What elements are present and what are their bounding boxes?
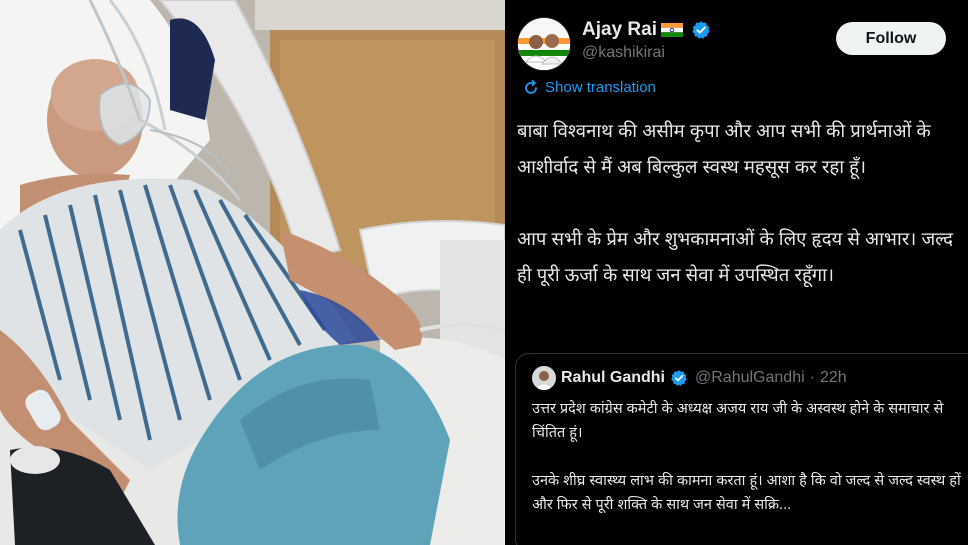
author-handle[interactable]: @kashikirai [582,44,665,62]
verified-badge-icon [671,370,687,387]
verified-badge-icon [692,21,710,39]
quoted-paragraph: उत्तर प्रदेश कांग्रेस कमेटी के अध्यक्ष अ… [532,401,944,441]
screenshot-root: Ajay Rai @kashikirai Follow Show transla… [0,0,968,545]
india-flag-icon [660,23,683,37]
show-translation-label: Show translation [545,79,656,96]
author-display-name[interactable]: Ajay Rai [582,19,657,41]
follow-button[interactable]: Follow [836,22,946,55]
quoted-author-avatar-image [532,366,556,390]
quoted-tweet-time[interactable]: 22h [820,369,847,387]
author-name-row: Ajay Rai [582,19,711,41]
quoted-tweet-text: उत्तर प्रदेश कांग्रेस कमेटी के अध्यक्ष अ… [532,397,968,517]
quoted-paragraph: उनके शीघ्र स्वास्थ्य लाभ की कामना करता ह… [532,473,961,513]
quoted-author-avatar[interactable] [532,366,556,390]
quoted-author-handle[interactable]: @RahulGandhi [695,369,805,387]
refresh-icon [525,79,537,94]
separator-dot: · [809,369,815,386]
author-avatar-image [518,18,570,70]
tweet-text: बाबा विश्वनाथ की असीम कृपा और आप सभी की … [517,113,957,293]
tweet-paragraph: बाबा विश्वनाथ की असीम कृपा और आप सभी की … [517,120,931,177]
quoted-tweet-header: Rahul Gandhi @RahulGandhi · 22h [532,366,847,390]
patient-photo-illustration [0,0,505,545]
tweet-paragraph: आप सभी के प्रेम और शुभकामनाओं के लिए हृद… [517,228,953,285]
show-translation-link[interactable]: Show translation [523,79,656,96]
hospital-patient-photo [0,0,505,545]
author-avatar[interactable] [517,17,571,71]
quoted-author-name[interactable]: Rahul Gandhi [561,369,665,387]
quoted-tweet[interactable]: Rahul Gandhi @RahulGandhi · 22h उत्तर प्… [515,353,968,545]
tweet-card: Ajay Rai @kashikirai Follow Show transla… [505,0,968,545]
